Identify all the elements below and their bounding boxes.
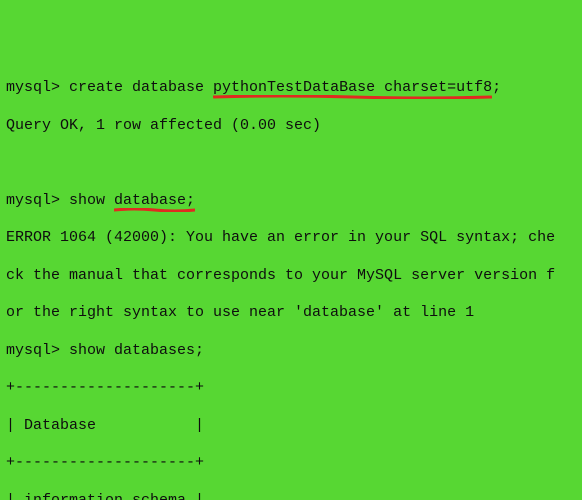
prompt: mysql>: [6, 342, 69, 359]
blank-line: [6, 154, 576, 173]
table-row: | information_schema |: [6, 492, 576, 500]
cmd-text: show: [69, 192, 114, 209]
line-err2: ck the manual that corresponds to your M…: [6, 267, 576, 286]
underline-showbad: database;: [114, 192, 195, 209]
table-header: | Database |: [6, 417, 576, 436]
cmd-text: create database: [69, 79, 213, 96]
cmd-text: show databases;: [69, 342, 204, 359]
line-err1: ERROR 1064 (42000): You have an error in…: [6, 229, 576, 248]
line-ok: Query OK, 1 row affected (0.00 sec): [6, 117, 576, 136]
line-cmd-showgood: mysql> show databases;: [6, 342, 576, 361]
line-cmd-create: mysql> create database pythonTestDataBas…: [6, 79, 576, 98]
prompt: mysql>: [6, 192, 69, 209]
line-cmd-showbad: mysql> show database;: [6, 192, 576, 211]
cmd-target: database;: [114, 192, 195, 209]
prompt: mysql>: [6, 79, 69, 96]
cmd-suffix: ;: [492, 79, 501, 96]
table-border-mid: +--------------------+: [6, 454, 576, 473]
table-border-top: +--------------------+: [6, 379, 576, 398]
line-err3: or the right syntax to use near 'databas…: [6, 304, 576, 323]
cmd-target: pythonTestDataBase charset=utf8: [213, 79, 492, 96]
underline-create: pythonTestDataBase charset=utf8: [213, 79, 492, 96]
